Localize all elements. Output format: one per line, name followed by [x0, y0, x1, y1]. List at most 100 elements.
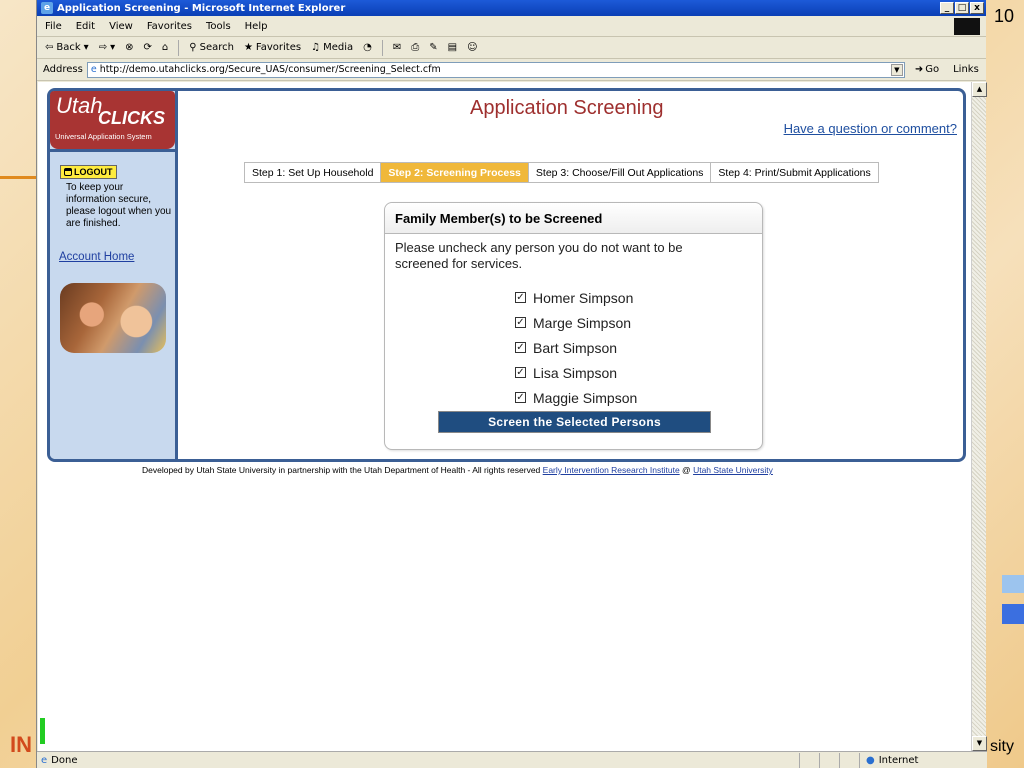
dropdown-arrow-icon: ▾ — [110, 42, 116, 53]
forward-button[interactable]: ⇨ ▾ — [99, 42, 115, 53]
member-checkbox[interactable]: ✓ — [515, 342, 526, 353]
close-button[interactable]: x — [970, 2, 984, 14]
menu-file[interactable]: File — [45, 21, 62, 32]
links-button[interactable]: Links — [953, 64, 979, 75]
page-icon: e — [90, 64, 97, 75]
footer-text: Developed by Utah State University in pa… — [142, 465, 541, 475]
panel-instructions: Please uncheck any person you do not wan… — [395, 240, 683, 271]
refresh-button[interactable]: ⟳ — [144, 42, 152, 53]
member-checkbox[interactable]: ✓ — [515, 367, 526, 378]
minimize-button[interactable]: _ — [940, 2, 954, 14]
search-button[interactable]: ⚲ Search — [189, 42, 234, 53]
member-item: ✓ Maggie Simpson — [515, 385, 637, 410]
forward-arrow-icon: ⇨ — [98, 42, 108, 53]
toolbar-separator — [178, 39, 180, 56]
favorites-icon: ★ — [243, 42, 253, 53]
slide-decoration-bar — [40, 718, 45, 744]
member-name: Marge Simpson — [533, 314, 632, 331]
member-checkbox[interactable]: ✓ — [515, 317, 526, 328]
status-pane — [839, 752, 859, 768]
menu-tools[interactable]: Tools — [206, 21, 231, 32]
status-text: Done — [51, 754, 78, 766]
go-label: Go — [925, 64, 940, 75]
member-item: ✓ Bart Simpson — [515, 335, 637, 360]
address-label: Address — [43, 64, 83, 75]
slide-decoration-square — [1002, 575, 1024, 593]
step-3-tab[interactable]: Step 3: Choose/Fill Out Applications — [528, 163, 712, 182]
favorites-label: Favorites — [255, 42, 302, 53]
eiri-link[interactable]: Early Intervention Research Institute — [543, 465, 680, 475]
screening-panel: Family Member(s) to be Screened Please u… — [384, 202, 763, 450]
globe-icon: ● — [866, 754, 875, 766]
favorites-button[interactable]: ★ Favorites — [244, 42, 301, 53]
maximize-button[interactable]: □ — [955, 2, 969, 14]
slide-footer-left-text: IN — [10, 732, 32, 757]
print-button[interactable]: ⎙ — [411, 42, 419, 53]
screen-selected-button[interactable]: Screen the Selected Persons — [438, 411, 711, 433]
address-bar: Address e http://demo.utahclicks.org/Sec… — [37, 59, 986, 81]
go-button[interactable]: ➜ Go — [915, 64, 939, 75]
logout-button[interactable]: LOGOUT — [60, 165, 117, 179]
back-label: Back — [56, 42, 81, 53]
discuss-icon: ▤ — [447, 42, 458, 53]
slide-footer-right-text: sity — [990, 738, 1014, 755]
step-2-tab[interactable]: Step 2: Screening Process — [381, 163, 529, 182]
member-checkbox[interactable]: ✓ — [515, 392, 526, 403]
slide-page-number: 10 — [993, 6, 1014, 26]
window-title: Application Screening - Microsoft Intern… — [57, 2, 346, 14]
messenger-button[interactable]: ☺ — [467, 42, 477, 53]
history-button[interactable]: ◔ — [363, 42, 372, 53]
security-zone: ● Internet — [859, 752, 987, 768]
account-home-link[interactable]: Account Home — [59, 251, 134, 263]
history-icon: ◔ — [363, 42, 372, 53]
stop-icon: ⊗ — [125, 42, 134, 53]
step-4-tab[interactable]: Step 4: Print/Submit Applications — [711, 163, 878, 182]
member-list: ✓ Homer Simpson ✓ Marge Simpson ✓ Bart S… — [515, 285, 637, 410]
home-icon: ⌂ — [161, 42, 169, 53]
browser-window: e Application Screening - Microsoft Inte… — [36, 0, 987, 768]
page-viewport: Utah CLICKS Universal Application System… — [38, 82, 971, 751]
question-comment-link[interactable]: Have a question or comment? — [784, 121, 957, 136]
usu-link[interactable]: Utah State University — [693, 465, 773, 475]
logo-subtitle: Universal Application System — [55, 132, 152, 141]
scroll-up-icon[interactable]: ▲ — [972, 82, 987, 97]
dropdown-arrow-icon: ▾ — [83, 42, 89, 53]
ie-icon: e — [41, 2, 53, 14]
member-item: ✓ Marge Simpson — [515, 310, 637, 335]
mail-icon: ✉ — [392, 42, 402, 53]
status-panes: ● Internet — [799, 752, 987, 768]
utah-clicks-logo[interactable]: Utah CLICKS Universal Application System — [50, 91, 175, 149]
media-button[interactable]: ♫ Media — [311, 42, 353, 53]
member-name: Bart Simpson — [533, 339, 618, 356]
status-pane — [799, 752, 819, 768]
menu-bar: File Edit View Favorites Tools Help — [37, 16, 986, 37]
toolbar-separator — [381, 39, 383, 56]
vertical-scrollbar[interactable]: ▲ ▼ — [971, 82, 987, 751]
address-dropdown-icon[interactable]: ▼ — [890, 63, 903, 76]
scroll-down-icon[interactable]: ▼ — [972, 736, 987, 751]
search-icon: ⚲ — [189, 42, 197, 53]
print-icon: ⎙ — [411, 42, 420, 53]
logo-clicks-text: CLICKS — [98, 108, 165, 128]
back-button[interactable]: ⇦ Back ▾ — [45, 42, 89, 53]
stop-button[interactable]: ⊗ — [125, 42, 133, 53]
logout-label: LOGOUT — [74, 167, 113, 177]
family-photo — [60, 283, 166, 353]
logo-divider — [50, 149, 175, 152]
status-pane — [819, 752, 839, 768]
page-footer: Developed by Utah State University in pa… — [142, 465, 773, 475]
menu-help[interactable]: Help — [245, 21, 268, 32]
home-button[interactable]: ⌂ — [162, 42, 168, 53]
menu-view[interactable]: View — [109, 21, 133, 32]
edit-button[interactable]: ✎ — [429, 42, 437, 53]
search-label: Search — [199, 42, 234, 53]
discuss-button[interactable]: ▤ — [448, 42, 457, 53]
status-bar: e Done ● Internet — [37, 751, 987, 768]
member-name: Homer Simpson — [533, 289, 634, 306]
menu-favorites[interactable]: Favorites — [147, 21, 192, 32]
member-checkbox[interactable]: ✓ — [515, 292, 526, 303]
address-input[interactable]: e http://demo.utahclicks.org/Secure_UAS/… — [86, 61, 905, 78]
step-1-tab[interactable]: Step 1: Set Up Household — [245, 163, 382, 182]
mail-button[interactable]: ✉ — [393, 42, 401, 53]
menu-edit[interactable]: Edit — [76, 21, 95, 32]
